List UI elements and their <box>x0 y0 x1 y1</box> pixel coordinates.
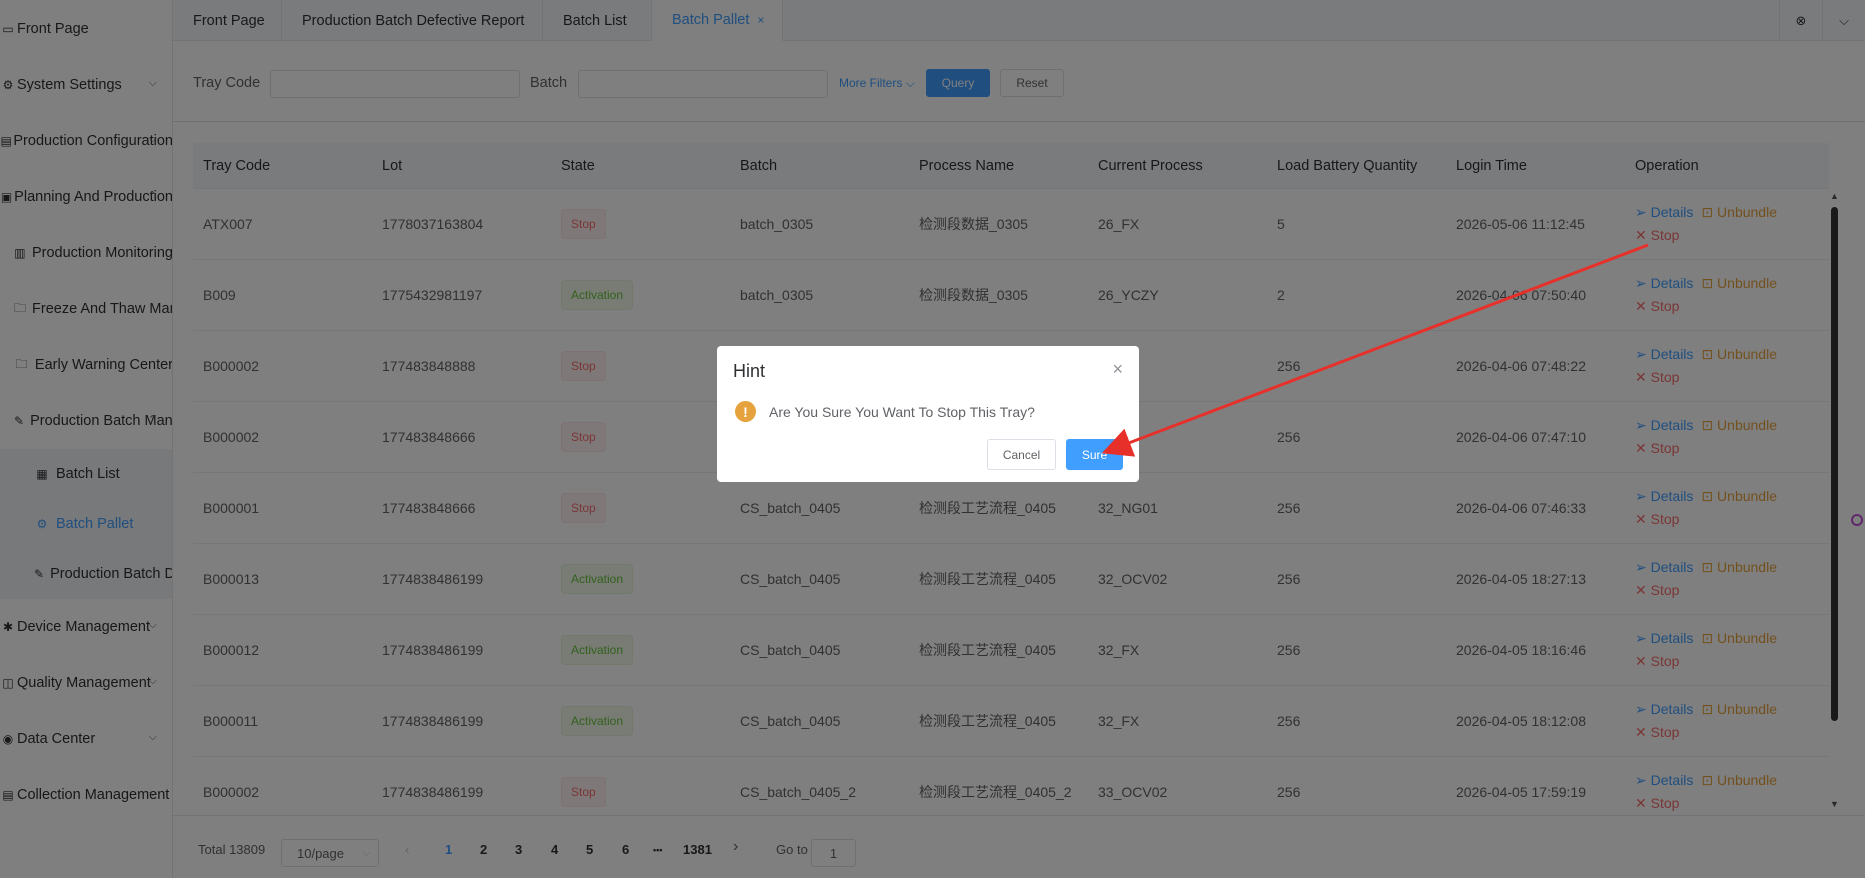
cancel-button[interactable]: Cancel <box>987 439 1056 470</box>
sure-button[interactable]: Sure <box>1066 439 1123 470</box>
confirm-dialog: Hint × ! Are You Sure You Want To Stop T… <box>717 346 1139 482</box>
dialog-message: Are You Sure You Want To Stop This Tray? <box>769 404 1035 420</box>
dialog-title: Hint <box>733 361 766 381</box>
close-icon[interactable]: × <box>1112 359 1123 380</box>
warning-icon: ! <box>735 401 756 422</box>
